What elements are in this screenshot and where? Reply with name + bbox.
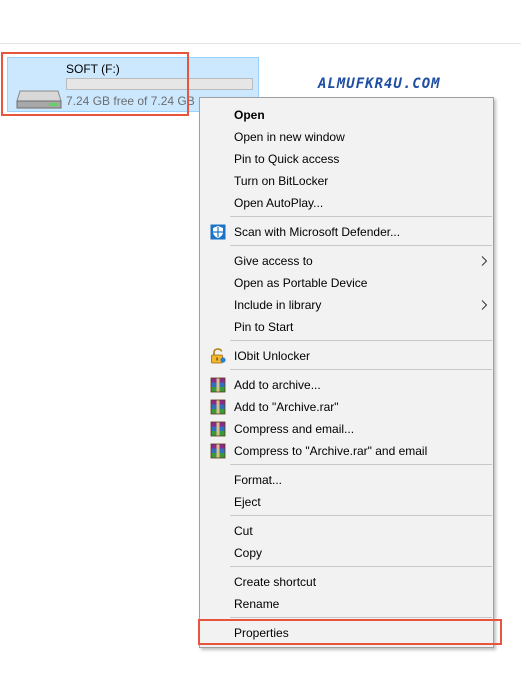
menu-item-label: Give access to: [234, 254, 313, 268]
watermark: ALMUFKR4U.COM: [318, 76, 441, 92]
padlock-icon: [211, 348, 226, 364]
menu-item-add-archive[interactable]: Add to archive...: [200, 374, 493, 396]
menu-item-label: Open as Portable Device: [234, 276, 368, 290]
menu-item-open-autoplay[interactable]: Open AutoPlay...: [200, 192, 493, 214]
menu-separator: [230, 245, 492, 246]
menu-item-label: Scan with Microsoft Defender...: [234, 225, 401, 239]
chevron-right-icon: [481, 300, 487, 310]
menu-item-scan-defender[interactable]: Scan with Microsoft Defender...: [200, 221, 493, 243]
menu-item-label: Pin to Quick access: [234, 152, 340, 166]
menu-item-label: Compress and email...: [234, 422, 355, 436]
menu-item-create-shortcut[interactable]: Create shortcut: [200, 571, 493, 593]
menu-item-include-library[interactable]: Include in library: [200, 294, 493, 316]
menu-item-label: Open AutoPlay...: [234, 196, 324, 210]
winrar-icon: [210, 421, 226, 437]
menu-item-label: Create shortcut: [234, 575, 317, 589]
defender-shield-icon: [210, 224, 226, 240]
menu-item-label: Open: [234, 108, 265, 122]
menu-item-label: Pin to Start: [234, 320, 294, 334]
menu-separator: [230, 340, 492, 341]
menu-separator: [230, 617, 492, 618]
menu-item-pin-start[interactable]: Pin to Start: [200, 316, 493, 338]
menu-item-cut[interactable]: Cut: [200, 520, 493, 542]
menu-item-compress-rar-email[interactable]: Compress to "Archive.rar" and email: [200, 440, 493, 462]
menu-item-label: Copy: [234, 546, 263, 560]
chevron-right-icon: [481, 256, 487, 266]
menu-item-turn-on-bitlocker[interactable]: Turn on BitLocker: [200, 170, 493, 192]
menu-item-label: IObit Unlocker: [234, 349, 311, 363]
drive-highlight-box: [1, 52, 189, 116]
header-divider: [0, 43, 521, 44]
menu-item-label: Compress to "Archive.rar" and email: [234, 444, 428, 458]
menu-item-rename[interactable]: Rename: [200, 593, 493, 615]
menu-item-open-portable[interactable]: Open as Portable Device: [200, 272, 493, 294]
menu-separator: [230, 369, 492, 370]
menu-separator: [230, 464, 492, 465]
menu-item-pin-quick-access[interactable]: Pin to Quick access: [200, 148, 493, 170]
menu-item-iobit-unlocker[interactable]: IObit Unlocker: [200, 345, 493, 367]
menu-item-give-access[interactable]: Give access to: [200, 250, 493, 272]
menu-separator: [230, 515, 492, 516]
menu-item-compress-email[interactable]: Compress and email...: [200, 418, 493, 440]
context-menu: Open Open in new window Pin to Quick acc…: [199, 97, 494, 648]
winrar-icon: [210, 443, 226, 459]
menu-item-label: Format...: [234, 473, 283, 487]
menu-item-label: Eject: [234, 495, 261, 509]
menu-item-label: Include in library: [234, 298, 322, 312]
winrar-icon: [210, 377, 226, 393]
menu-item-copy[interactable]: Copy: [200, 542, 493, 564]
menu-item-label: Add to "Archive.rar": [234, 400, 339, 414]
menu-item-label: Rename: [234, 597, 280, 611]
menu-item-label: Turn on BitLocker: [234, 174, 329, 188]
properties-highlight-box: [198, 619, 502, 645]
menu-item-label: Open in new window: [234, 130, 345, 144]
menu-item-open[interactable]: Open: [200, 104, 493, 126]
menu-separator: [230, 566, 492, 567]
menu-separator: [230, 216, 492, 217]
winrar-icon: [210, 399, 226, 415]
menu-item-label: Cut: [234, 524, 253, 538]
menu-item-eject[interactable]: Eject: [200, 491, 493, 513]
menu-item-label: Add to archive...: [234, 378, 321, 392]
menu-item-add-archive-rar[interactable]: Add to "Archive.rar": [200, 396, 493, 418]
menu-item-open-new-window[interactable]: Open in new window: [200, 126, 493, 148]
menu-item-format[interactable]: Format...: [200, 469, 493, 491]
